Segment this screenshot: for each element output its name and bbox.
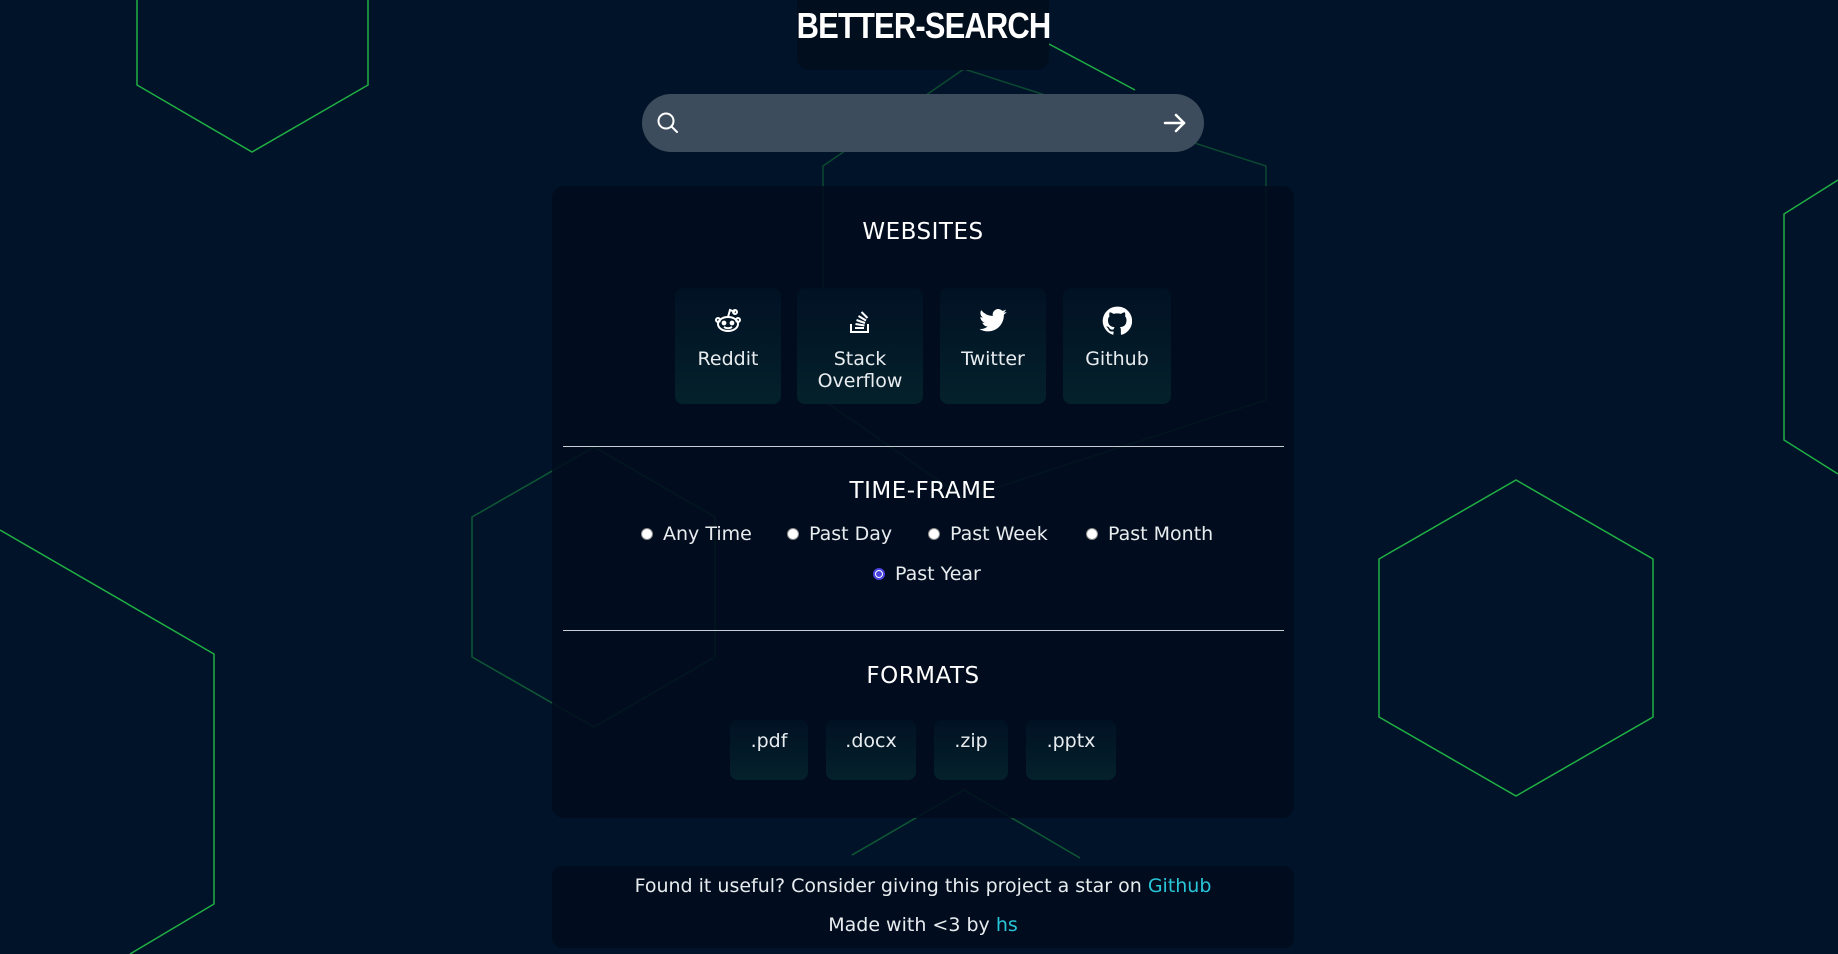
- radio-past-year[interactable]: Past Year: [873, 562, 981, 586]
- footer-star-text: Found it useful? Consider giving this pr…: [634, 875, 1148, 897]
- section-title-formats: FORMATS: [866, 663, 980, 689]
- section-title-timeframe: TIME-FRAME: [849, 478, 997, 504]
- radio-button[interactable]: [1086, 528, 1098, 540]
- search-bar: [642, 94, 1204, 152]
- website-label: Stack Overflow: [817, 348, 903, 392]
- app-title: BETTER-SEARCH: [796, 5, 1051, 46]
- radio-label: Past Day: [809, 523, 893, 545]
- radio-past-day[interactable]: Past Day: [787, 522, 892, 546]
- footer-credit-line: Made with <3 by hs: [552, 914, 1294, 936]
- footer-star-line: Found it useful? Consider giving this pr…: [552, 875, 1294, 897]
- search-submit-button[interactable]: [1158, 106, 1192, 140]
- radio-button[interactable]: [928, 528, 940, 540]
- format-pptx[interactable]: .pptx: [1026, 720, 1116, 780]
- reddit-icon: [715, 308, 741, 332]
- radio-label: Any Time: [663, 523, 752, 545]
- website-card-stack-overflow[interactable]: Stack Overflow: [797, 288, 923, 404]
- twitter-icon: [979, 309, 1007, 332]
- radio-button-selected[interactable]: [873, 568, 885, 580]
- github-link[interactable]: Github: [1148, 875, 1212, 897]
- radio-label: Past Year: [895, 563, 981, 585]
- divider: [563, 630, 1284, 631]
- filters-panel: WEBSITES Reddit Stack Overflow Twitter G…: [552, 186, 1294, 818]
- search-input[interactable]: [692, 104, 1146, 144]
- arrow-right-icon: [1163, 113, 1186, 133]
- radio-past-month[interactable]: Past Month: [1086, 522, 1213, 546]
- app-title-box: BETTER-SEARCH: [796, 0, 1051, 70]
- author-link[interactable]: hs: [996, 914, 1018, 936]
- radio-button[interactable]: [641, 528, 653, 540]
- format-docx[interactable]: .docx: [826, 720, 916, 780]
- radio-any-time[interactable]: Any Time: [641, 522, 752, 546]
- format-zip[interactable]: .zip: [934, 720, 1008, 780]
- radio-label: Past Week: [950, 523, 1048, 545]
- website-card-reddit[interactable]: Reddit: [675, 288, 781, 404]
- website-card-github[interactable]: Github: [1063, 288, 1171, 404]
- format-pdf[interactable]: .pdf: [730, 720, 808, 780]
- section-title-websites: WEBSITES: [862, 219, 984, 245]
- footer-credit-text: Made with <3 by: [828, 914, 996, 936]
- radio-past-week[interactable]: Past Week: [928, 522, 1048, 546]
- divider: [563, 446, 1284, 447]
- website-card-twitter[interactable]: Twitter: [940, 288, 1046, 404]
- radio-label: Past Month: [1108, 523, 1214, 545]
- github-icon: [1102, 306, 1132, 335]
- radio-button[interactable]: [787, 528, 799, 540]
- footer: Found it useful? Consider giving this pr…: [552, 866, 1294, 948]
- page-background: BETTER-SEARCH WEBSITES Reddit Stack Over…: [0, 0, 1838, 954]
- website-label: Reddit: [697, 348, 759, 370]
- search-icon: [654, 109, 682, 137]
- stack-overflow-icon: [850, 311, 869, 333]
- website-label: Twitter: [961, 348, 1025, 370]
- website-label: Github: [1085, 348, 1149, 370]
